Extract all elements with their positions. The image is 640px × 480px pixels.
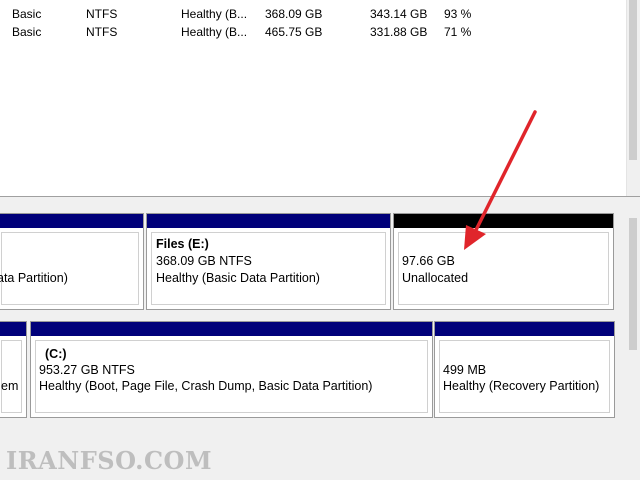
primary-partition-bar	[147, 214, 390, 228]
partition-data-left[interactable]: ata Partition)	[0, 213, 144, 310]
partition-unallocated[interactable]: 97.66 GB Unallocated	[393, 213, 614, 310]
volume-free: 331.88 GB	[370, 25, 428, 39]
partition-size: 953.27 GB NTFS	[39, 363, 135, 377]
volume-status: Healthy (B...	[181, 7, 248, 21]
partition-files-e[interactable]: Files (E:) 368.09 GB NTFS Healthy (Basic…	[146, 213, 391, 310]
partition-c[interactable]: (C:) 953.27 GB NTFS Healthy (Boot, Page …	[30, 321, 433, 418]
partition-status: Healthy (Recovery Partition)	[443, 379, 600, 393]
volume-row[interactable]: Basic NTFS Healthy (B... 368.09 GB 343.1…	[0, 5, 640, 23]
disk-management-window: Basic NTFS Healthy (B... 368.09 GB 343.1…	[0, 0, 640, 480]
volume-list-scroll-thumb[interactable]	[629, 0, 637, 160]
partition-body	[1, 232, 139, 305]
primary-partition-bar	[0, 214, 143, 228]
unallocated-bar	[394, 214, 613, 228]
partition-system-left[interactable]: em	[0, 321, 27, 418]
primary-partition-bar	[31, 322, 432, 336]
partition-name: Files (E:)	[156, 237, 209, 251]
volume-pct-free: 93 %	[444, 7, 472, 21]
volume-status: Healthy (B...	[181, 25, 248, 39]
volume-capacity: 465.75 GB	[265, 25, 323, 39]
partition-recovery[interactable]: 499 MB Healthy (Recovery Partition)	[434, 321, 615, 418]
partition-size: 368.09 GB NTFS	[156, 254, 252, 268]
volume-row-partial[interactable]	[0, 0, 640, 4]
primary-partition-bar	[0, 322, 26, 336]
volume-fs: NTFS	[86, 7, 118, 21]
partition-name: (C:)	[45, 347, 67, 361]
partition-status: Healthy (Boot, Page File, Crash Dump, Ba…	[39, 379, 373, 393]
volume-capacity: 368.09 GB	[265, 7, 323, 21]
partition-status: ata Partition)	[0, 271, 68, 285]
partition-size: 499 MB	[443, 363, 487, 377]
watermark-logo: IRANFSO.COM	[6, 446, 213, 475]
disk-pane-scroll-thumb[interactable]	[629, 218, 637, 350]
volume-list: Basic NTFS Healthy (B... 368.09 GB 343.1…	[0, 0, 640, 196]
partition-body	[1, 340, 22, 413]
volume-pct-free: 71 %	[444, 25, 472, 39]
partition-status: em	[1, 379, 19, 393]
volume-fs: NTFS	[86, 25, 118, 39]
pane-splitter[interactable]	[0, 196, 640, 203]
volume-free: 343.14 GB	[370, 7, 428, 21]
primary-partition-bar	[435, 322, 614, 336]
volume-type: Basic	[12, 25, 42, 39]
partition-status: Healthy (Basic Data Partition)	[156, 271, 320, 285]
partition-status: Unallocated	[402, 271, 469, 285]
volume-row[interactable]: Basic NTFS Healthy (B... 465.75 GB 331.8…	[0, 23, 640, 41]
partition-size: 97.66 GB	[402, 254, 455, 268]
volume-type: Basic	[12, 7, 42, 21]
